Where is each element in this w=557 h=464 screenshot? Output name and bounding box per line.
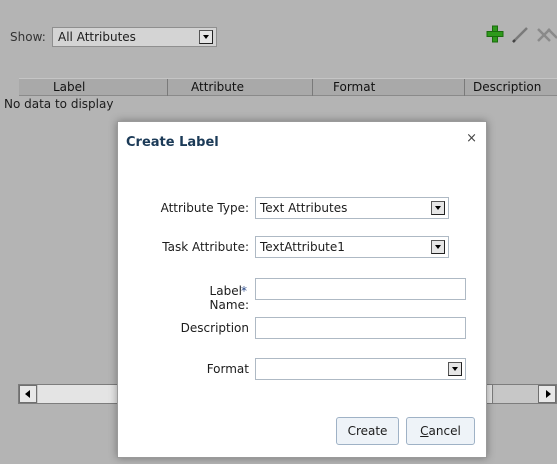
attribute-type-label-wrap: Attribute Type: [118, 199, 249, 219]
scrollbar-thumb[interactable] [38, 385, 118, 403]
show-filter-label: Show: [10, 30, 46, 44]
chevron-down-icon[interactable] [199, 30, 213, 44]
column-separator [167, 79, 168, 96]
description-label-wrap: Description [118, 319, 249, 339]
cancel-button[interactable]: Cancel [406, 417, 475, 445]
task-attribute-value: TextAttribute1 [260, 240, 345, 254]
scroll-right-button[interactable] [538, 385, 556, 403]
column-header-format[interactable]: Format [333, 80, 375, 94]
label-name-input[interactable] [255, 278, 466, 300]
column-header-description[interactable]: Description [473, 80, 541, 94]
arrow-right-icon [546, 390, 551, 398]
chevron-down-icon[interactable] [448, 362, 462, 376]
column-separator [464, 79, 465, 96]
description-input[interactable] [255, 317, 466, 339]
column-header-label[interactable]: Label [53, 80, 85, 94]
pencil-icon[interactable] [510, 26, 530, 44]
label-name-text: Label Name: [209, 284, 249, 312]
cancel-label-rest: ancel [428, 424, 461, 438]
cancel-mnemonic: C [420, 424, 429, 438]
attribute-type-select[interactable]: Text Attributes [255, 197, 449, 219]
arrow-left-icon [25, 390, 30, 398]
column-separator [312, 79, 313, 96]
table-header: Label Attribute Format Description [19, 78, 557, 96]
chevron-down-icon[interactable] [431, 240, 445, 254]
format-label-wrap: Format [118, 360, 249, 380]
format-label: Format [206, 362, 249, 376]
plus-icon[interactable] [486, 25, 504, 43]
dialog-title: Create Label [126, 135, 219, 150]
close-icon[interactable]: × [466, 131, 477, 146]
description-label: Description [180, 321, 249, 335]
task-attribute-label-wrap: Task Attribute: [118, 238, 249, 258]
attribute-type-value: Text Attributes [260, 201, 348, 215]
label-name-label-wrap: * Label Name: [118, 280, 249, 312]
format-select[interactable] [255, 358, 466, 380]
show-filter-value: All Attributes [58, 30, 136, 44]
scroll-left-button[interactable] [19, 385, 37, 403]
create-label-dialog: Create Label × Attribute Type: Text Attr… [117, 121, 487, 458]
table-empty-message: No data to display [4, 97, 114, 111]
column-header-attribute[interactable]: Attribute [191, 80, 244, 94]
show-filter-select[interactable]: All Attributes [52, 27, 217, 47]
delete-x-icon[interactable] [535, 26, 557, 44]
chevron-down-icon[interactable] [431, 201, 445, 215]
create-button[interactable]: Create [336, 417, 399, 445]
attribute-type-label: Attribute Type: [160, 201, 249, 215]
task-attribute-select[interactable]: TextAttribute1 [255, 236, 449, 258]
task-attribute-label: Task Attribute: [162, 240, 249, 254]
